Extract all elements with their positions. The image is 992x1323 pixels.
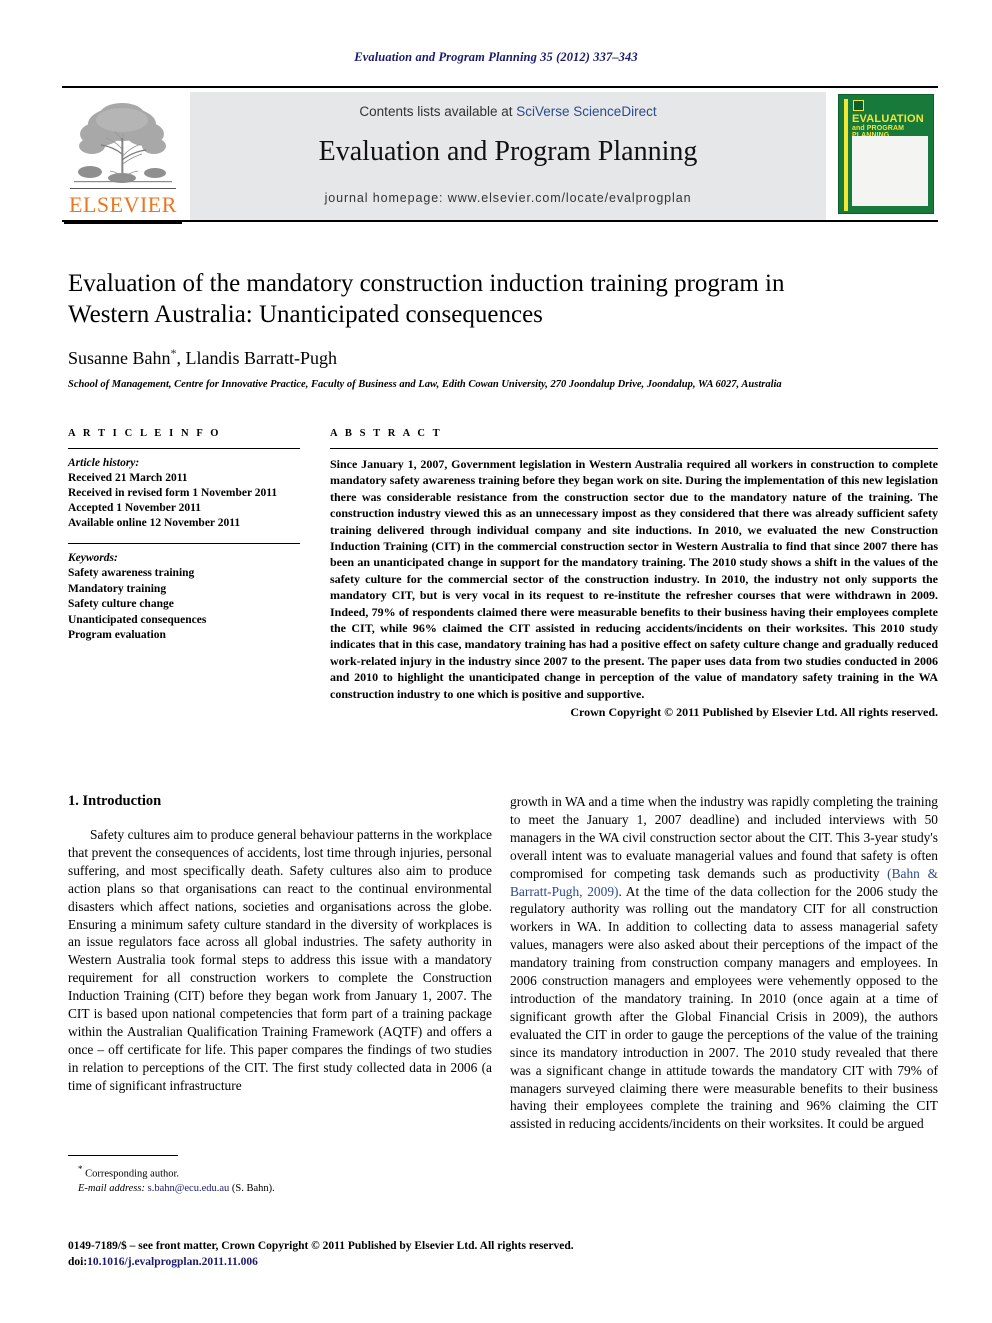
article-info-heading: A R T I C L E I N F O (68, 428, 222, 439)
cover-background: EVALUATION and PROGRAM PLANNING (838, 94, 934, 214)
article-history-label: Article history: (68, 457, 140, 469)
section-heading-introduction: 1. Introduction (68, 793, 162, 809)
keywords-label: Keywords: (68, 552, 118, 564)
footnote-corresponding-text: Corresponding author. (82, 1168, 180, 1180)
masthead-top-rule (62, 86, 938, 88)
history-item: Received 21 March 2011 (68, 472, 188, 484)
keyword-item: Safety culture change (68, 598, 174, 610)
body-column-right: growth in WA and a time when the industr… (510, 793, 938, 1133)
cover-logo-icon (853, 100, 864, 111)
journal-masthead: ELSEVIER Contents lists available at Sci… (62, 86, 938, 224)
footnote-email: E-mail address: s.bahn@ecu.edu.au (S. Ba… (68, 1182, 492, 1196)
history-item: Accepted 1 November 2011 (68, 502, 201, 514)
elsevier-tree-icon (70, 94, 176, 186)
cover-content-block (852, 136, 928, 206)
cover-stripe (844, 99, 848, 211)
keywords-rule (68, 543, 300, 544)
email-label: E-mail address: (78, 1182, 145, 1194)
elsevier-wordmark: ELSEVIER (69, 192, 177, 217)
running-head: Evaluation and Program Planning 35 (2012… (354, 50, 638, 64)
intro-right-part-1: growth in WA and a time when the industr… (510, 794, 938, 881)
article-info-section: A R T I C L E I N F O Article history: R… (68, 428, 300, 644)
abstract-heading: A B S T R A C T (330, 428, 443, 439)
author-secondary: , Llandis Barratt-Pugh (176, 348, 337, 368)
footer-front-matter: 0149-7189/$ – see front matter, Crown Co… (68, 1240, 574, 1252)
contents-prefix: Contents lists available at (359, 104, 517, 119)
masthead-bottom-rule (62, 220, 938, 222)
keyword-item: Mandatory training (68, 582, 167, 595)
keyword-item: Unanticipated consequences (68, 613, 207, 626)
keyword-item: Safety awareness training (68, 567, 195, 579)
body-column-left: 1. Introduction Safety cultures aim to p… (68, 793, 492, 1095)
article-info-rule (68, 448, 300, 449)
corresponding-author-footnote: * Corresponding author. E-mail address: … (68, 1155, 492, 1196)
intro-paragraph-right: growth in WA and a time when the industr… (510, 793, 938, 1133)
journal-title: Evaluation and Program Planning (318, 136, 698, 167)
contents-available-line: Contents lists available at SciVerse Sci… (190, 104, 826, 119)
author-affiliation: School of Management, Centre for Innovat… (68, 379, 782, 390)
author-primary: Susanne Bahn (68, 348, 171, 368)
author-list: Susanne Bahn*, Llandis Barratt-Pugh (68, 346, 868, 369)
journal-cover-thumbnail: EVALUATION and PROGRAM PLANNING (834, 92, 938, 220)
abstract-text: Since January 1, 2007, Government legisl… (330, 457, 938, 701)
intro-paragraph-left: Safety cultures aim to produce general b… (68, 827, 492, 1093)
journal-banner: Contents lists available at SciVerse Sci… (190, 92, 826, 220)
history-item: Available online 12 November 2011 (68, 517, 241, 529)
footnote-corresponding: * Corresponding author. (68, 1162, 492, 1182)
doi-link[interactable]: 10.1016/j.evalprogplan.2011.11.006 (87, 1256, 258, 1268)
history-item: Received in revised form 1 November 2011 (68, 487, 278, 499)
doi-label: doi: (68, 1256, 88, 1268)
page-footer: 0149-7189/$ – see front matter, Crown Co… (68, 1238, 668, 1270)
elsevier-logo: ELSEVIER (64, 92, 182, 224)
intro-right-part-2: . At the time of the data collection for… (510, 883, 939, 1132)
abstract-rule (330, 448, 938, 449)
keyword-item: Program evaluation (68, 629, 166, 641)
journal-homepage-link[interactable]: journal homepage: www.elsevier.com/locat… (190, 191, 826, 205)
elsevier-divider (70, 188, 176, 189)
footer-doi: doi:10.1016/j.evalprogplan.2011.11.006 (68, 1254, 668, 1270)
cover-title-line-1: EVALUATION (852, 113, 924, 125)
journal-article-page: Evaluation and Program Planning 35 (2012… (0, 0, 992, 1323)
article-title: Evaluation of the mandatory construction… (68, 270, 785, 328)
email-suffix: (S. Bahn). (229, 1182, 275, 1194)
email-link[interactable]: s.bahn@ecu.edu.au (148, 1183, 230, 1194)
abstract-copyright: Crown Copyright © 2011 Published by Else… (570, 705, 938, 720)
title-block: Evaluation of the mandatory construction… (68, 268, 868, 390)
sciencedirect-link[interactable]: SciVerse ScienceDirect (516, 104, 656, 119)
footnote-rule (68, 1155, 178, 1156)
abstract-section: A B S T R A C T Since January 1, 2007, G… (330, 428, 938, 720)
elsevier-bottom-rule (64, 222, 182, 224)
